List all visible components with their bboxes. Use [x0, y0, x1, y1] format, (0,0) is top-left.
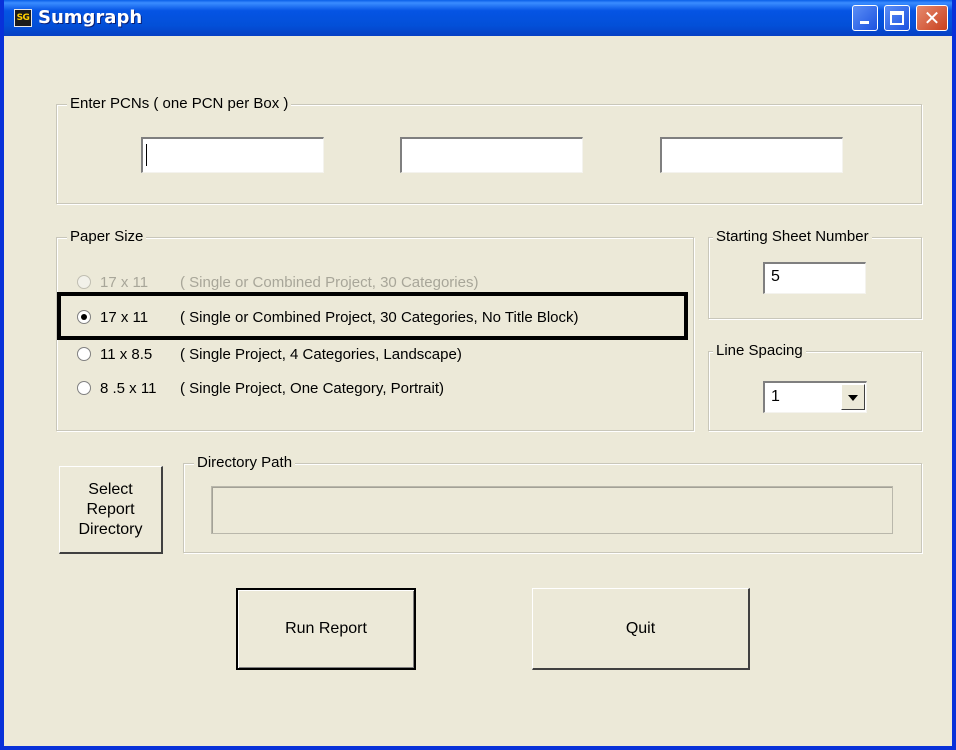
minimize-button[interactable] [852, 5, 878, 31]
pcn-input-3[interactable] [660, 137, 843, 173]
pcn-input-1[interactable] [141, 137, 324, 173]
close-icon: ✕ [923, 6, 941, 30]
sumgraph-app-icon[interactable]: SG [14, 9, 32, 27]
starting-sheet-input[interactable]: 5 [763, 262, 866, 294]
quit-button[interactable]: Quit [532, 588, 750, 670]
directory-path-field [211, 486, 893, 534]
run-report-button[interactable]: Run Report [236, 588, 416, 670]
minimize-icon [860, 21, 869, 24]
sumgraph-window: SG Sumgraph ✕ Enter PCNs ( one PCN per B… [0, 0, 956, 750]
paper-size-label: 17 x 11 [100, 273, 149, 291]
window-title: Sumgraph [38, 7, 143, 28]
maximize-icon [890, 11, 904, 25]
directory-path-legend: Directory Path [194, 454, 296, 472]
radio-button[interactable] [77, 381, 91, 395]
starting-sheet-legend: Starting Sheet Number [713, 228, 872, 246]
paper-size-description: ( Single or Combined Project, 30 Categor… [180, 273, 479, 291]
selection-highlight-box [57, 292, 688, 340]
text-caret [146, 144, 147, 166]
paper-option-11x8-5[interactable]: 11 x 8.5 ( Single Project, 4 Categories,… [77, 343, 462, 365]
paper-size-label: 11 x 8.5 [100, 345, 153, 363]
line-spacing-legend: Line Spacing [713, 342, 806, 360]
chevron-down-icon [848, 395, 858, 401]
radio-button[interactable] [77, 347, 91, 361]
select-report-directory-button[interactable]: Select Report Directory [59, 466, 163, 554]
paper-size-legend: Paper Size [67, 228, 147, 246]
title-bar[interactable]: SG Sumgraph ✕ [4, 0, 952, 36]
dropdown-button[interactable] [841, 384, 865, 410]
paper-size-description: ( Single Project, One Category, Portrait… [180, 379, 444, 397]
line-spacing-select[interactable]: 1 [763, 381, 867, 413]
pcn-group-legend: Enter PCNs ( one PCN per Box ) [67, 95, 292, 113]
pcn-input-2[interactable] [400, 137, 583, 173]
radio-button[interactable] [77, 275, 91, 289]
paper-option-17x11-disabled[interactable]: 17 x 11 ( Single or Combined Project, 30… [77, 271, 478, 293]
paper-size-description: ( Single Project, 4 Categories, Landscap… [180, 345, 462, 363]
close-button[interactable]: ✕ [916, 5, 948, 31]
paper-option-8-5x11[interactable]: 8 .5 x 11 ( Single Project, One Category… [77, 377, 444, 399]
paper-size-label: 8 .5 x 11 [100, 379, 157, 397]
maximize-button[interactable] [884, 5, 910, 31]
